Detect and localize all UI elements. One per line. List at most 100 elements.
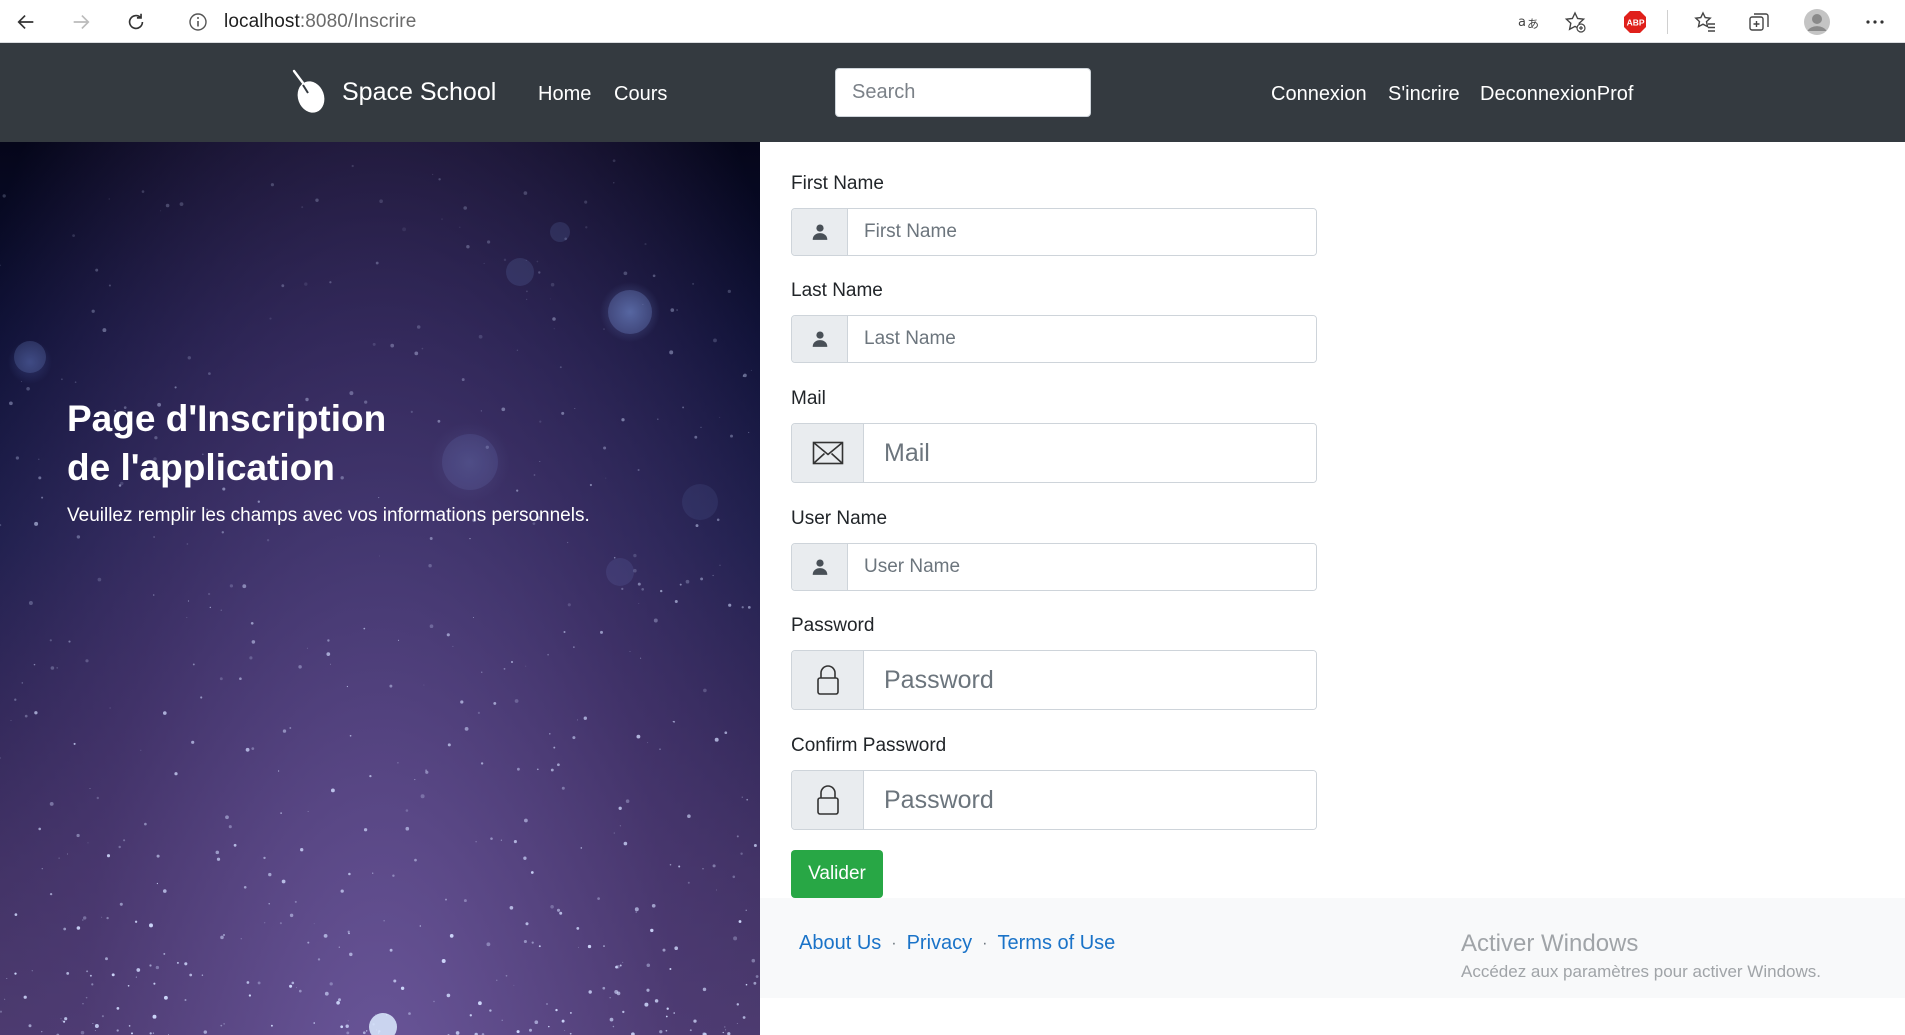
password-input[interactable] bbox=[864, 651, 1316, 709]
first-name-input[interactable] bbox=[848, 209, 1316, 255]
reload-button[interactable] bbox=[119, 5, 153, 39]
star-dot bbox=[31, 969, 34, 972]
star-dot bbox=[745, 983, 748, 986]
star-dot bbox=[58, 857, 60, 859]
address-bar[interactable]: localhost:8080/Inscrire bbox=[172, 4, 1492, 40]
star-dot bbox=[724, 1026, 726, 1028]
star-dot bbox=[63, 1020, 66, 1023]
star-dot bbox=[469, 1014, 472, 1017]
star-dot bbox=[215, 850, 220, 855]
star-dot bbox=[478, 334, 483, 339]
star-dot bbox=[128, 1025, 131, 1027]
star-dot bbox=[307, 941, 310, 944]
star-dot bbox=[313, 1022, 315, 1024]
collections-button[interactable] bbox=[1742, 5, 1776, 39]
star-dot bbox=[712, 864, 716, 868]
svg-text:a: a bbox=[1518, 15, 1526, 30]
forward-button[interactable] bbox=[64, 5, 98, 39]
watermark-subtitle: Accédez aux paramètres pour activer Wind… bbox=[1461, 962, 1821, 981]
hero-title-line2: de l'application bbox=[67, 447, 335, 488]
star-dot bbox=[561, 1019, 565, 1023]
star-dot bbox=[741, 796, 744, 799]
confirm-password-input[interactable] bbox=[864, 771, 1316, 829]
star-dot bbox=[389, 684, 393, 688]
confirm-password-label: Confirm Password bbox=[791, 735, 947, 756]
star-dot bbox=[736, 1003, 740, 1006]
nav-link-cours[interactable]: Cours bbox=[614, 83, 667, 106]
star-dot bbox=[553, 328, 555, 330]
footer-link-terms[interactable]: Terms of Use bbox=[998, 932, 1116, 955]
star-dot bbox=[400, 986, 405, 990]
brand[interactable]: Space School bbox=[290, 69, 496, 115]
more-menu-button[interactable] bbox=[1858, 5, 1892, 39]
navbar: Space School Home Cours Connexion S'incr… bbox=[0, 43, 1905, 142]
star-dot bbox=[410, 410, 413, 413]
star-dot bbox=[561, 411, 565, 415]
star-dot bbox=[486, 942, 491, 947]
star-dot bbox=[94, 1024, 99, 1028]
star-dot bbox=[555, 1008, 558, 1012]
star-dot bbox=[49, 639, 52, 642]
add-favorite-button[interactable] bbox=[1558, 5, 1592, 39]
back-button[interactable] bbox=[9, 5, 43, 39]
star-dot bbox=[445, 898, 447, 901]
hero-panel: Page d'Inscription de l'application Veui… bbox=[0, 142, 760, 1035]
nav-link-deconnexion[interactable]: DeconnexionProf bbox=[1480, 83, 1633, 106]
bokeh-blob bbox=[682, 484, 718, 520]
search-input[interactable] bbox=[835, 68, 1091, 117]
lock-icon bbox=[816, 665, 839, 695]
star-dot bbox=[746, 798, 749, 801]
star-dot bbox=[89, 974, 92, 977]
star-dot bbox=[621, 587, 624, 591]
star-dot bbox=[503, 258, 507, 262]
star-dot bbox=[268, 903, 270, 905]
star-dot bbox=[472, 617, 474, 618]
adblock-button[interactable]: ABP bbox=[1618, 5, 1652, 39]
star-dot bbox=[466, 244, 470, 249]
star-dot bbox=[363, 828, 368, 832]
favorites-button[interactable] bbox=[1688, 5, 1722, 39]
star-dot bbox=[716, 889, 717, 891]
star-dot bbox=[26, 387, 30, 391]
star-dot bbox=[612, 1025, 615, 1028]
star-dot bbox=[712, 574, 714, 577]
nav-link-connexion[interactable]: Connexion bbox=[1271, 83, 1367, 106]
star-dot bbox=[304, 282, 308, 286]
star-dot bbox=[654, 999, 659, 1003]
translate-button[interactable]: aあ bbox=[1512, 5, 1546, 39]
star-dot bbox=[685, 579, 690, 584]
star-dot bbox=[81, 919, 84, 921]
star-dot bbox=[747, 606, 751, 609]
star-dot bbox=[245, 747, 250, 752]
star-dot bbox=[510, 660, 514, 664]
profile-button[interactable] bbox=[1800, 5, 1834, 39]
star-dot bbox=[547, 653, 549, 656]
footer-link-privacy[interactable]: Privacy bbox=[907, 932, 973, 955]
star-dot bbox=[609, 997, 611, 999]
star-dot bbox=[751, 958, 756, 963]
star-dot bbox=[187, 356, 191, 360]
star-dot bbox=[176, 961, 179, 964]
star-dot bbox=[50, 666, 55, 670]
svg-text:ABP: ABP bbox=[1627, 18, 1645, 28]
star-dot bbox=[163, 952, 166, 955]
footer-link-about[interactable]: About Us bbox=[799, 932, 881, 955]
star-dot bbox=[600, 630, 603, 634]
star-dot bbox=[186, 543, 189, 545]
star-dot bbox=[250, 621, 254, 625]
star-dot bbox=[516, 489, 519, 492]
star-dot bbox=[95, 268, 99, 272]
nav-link-sinscrire[interactable]: S'incrire bbox=[1388, 83, 1460, 106]
star-dot bbox=[447, 743, 451, 747]
star-dot bbox=[463, 899, 467, 903]
mail-group bbox=[791, 423, 1317, 483]
user-name-input[interactable] bbox=[848, 544, 1316, 590]
last-name-input[interactable] bbox=[848, 316, 1316, 362]
star-dot bbox=[251, 747, 255, 750]
nav-link-home[interactable]: Home bbox=[538, 83, 591, 106]
mail-input[interactable] bbox=[864, 424, 1316, 482]
star-dot bbox=[420, 794, 425, 799]
star-dot bbox=[184, 962, 188, 966]
submit-button[interactable]: Valider bbox=[791, 850, 883, 898]
star-dot bbox=[246, 981, 250, 984]
